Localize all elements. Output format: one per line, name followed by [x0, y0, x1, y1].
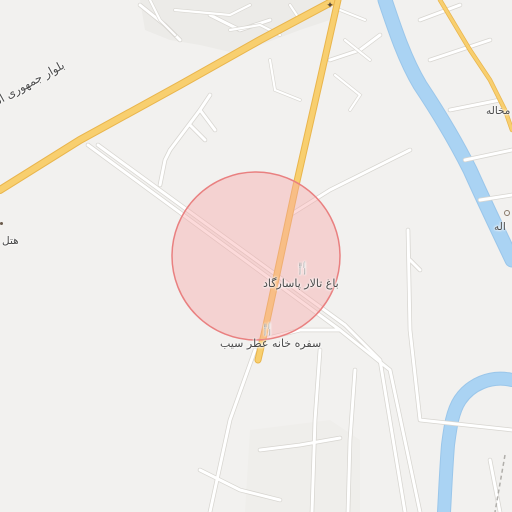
poi-marker-icon[interactable]: ✦ — [326, 1, 334, 11]
restaurant-label[interactable]: سفره خانه عطر سیب — [220, 338, 321, 349]
poi-dot-icon — [0, 222, 3, 225]
garden-hall-label[interactable]: باغ تالار پاسارگاد — [263, 278, 339, 289]
restaurant-icon[interactable]: 🍴 — [260, 323, 275, 335]
location-accuracy-circle[interactable] — [171, 171, 341, 341]
east-label-bottom[interactable]: اله — [494, 222, 506, 233]
hotel-label[interactable]: هتل — [2, 236, 19, 247]
east-label-top[interactable]: مخاله — [486, 106, 510, 117]
restaurant-icon[interactable]: 🍴 — [295, 262, 310, 274]
map-view[interactable]: ✦ بلوار جمهوری اسلامی 🍴 باغ تالار پاسارگ… — [0, 0, 512, 512]
urban-area — [245, 420, 360, 512]
poi-dot-icon — [504, 210, 510, 216]
map-canvas[interactable]: ✦ — [0, 0, 512, 512]
